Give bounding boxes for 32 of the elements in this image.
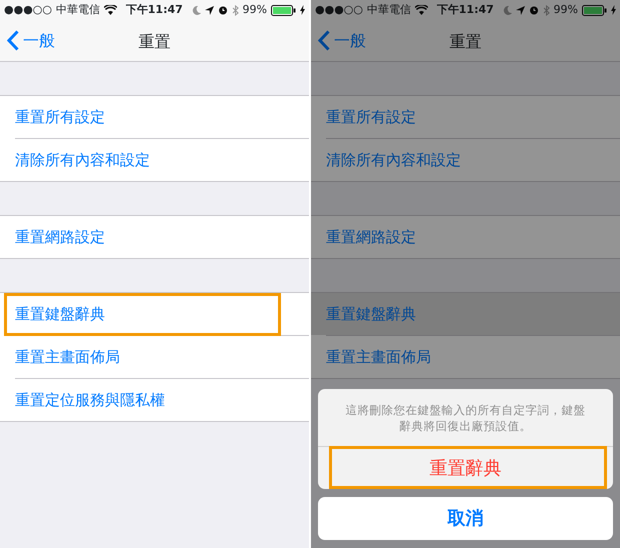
chevron-left-icon xyxy=(7,30,19,51)
carrier-name: 中華電信 xyxy=(56,2,100,18)
battery-icon xyxy=(582,4,607,16)
charging-bolt-icon xyxy=(300,5,305,15)
signal-dots: ●●●○○ xyxy=(315,2,363,18)
carrier-name: 中華電信 xyxy=(367,2,411,18)
charging-bolt-icon xyxy=(611,5,616,15)
reset-dictionary-button[interactable]: 重置辭典 xyxy=(318,446,613,489)
back-button[interactable]: 一般 xyxy=(311,28,366,52)
back-button[interactable]: 一般 xyxy=(0,28,55,52)
cancel-button[interactable]: 取消 xyxy=(318,497,613,540)
bluetooth-icon xyxy=(232,4,239,16)
nav-title: 重置 xyxy=(138,32,170,51)
moon-icon xyxy=(192,5,201,15)
alarm-clock-icon xyxy=(528,5,539,15)
status-time: 下午11:47 xyxy=(126,2,183,18)
signal-dots: ●●●○○ xyxy=(4,2,52,18)
location-arrow-icon xyxy=(204,6,214,14)
moon-icon xyxy=(502,5,512,15)
location-arrow-icon xyxy=(516,6,525,14)
nav-title: 重置 xyxy=(450,32,482,51)
bluetooth-icon xyxy=(542,4,550,16)
battery-percent: 99% xyxy=(242,2,267,18)
wifi-icon xyxy=(415,5,428,15)
battery-icon xyxy=(271,4,296,16)
wifi-icon xyxy=(104,5,117,15)
action-sheet-message: 這將刪除您在鍵盤輸入的所有自定字詞，鍵盤辭典將回復出廠預設值。 xyxy=(344,402,586,435)
alarm-clock-icon xyxy=(218,5,228,15)
status-time: 下午11:47 xyxy=(436,2,494,18)
settings-row[interactable]: 重置鍵盤辭典 xyxy=(311,293,620,335)
chevron-left-icon xyxy=(318,30,330,51)
battery-percent: 99% xyxy=(554,2,578,18)
